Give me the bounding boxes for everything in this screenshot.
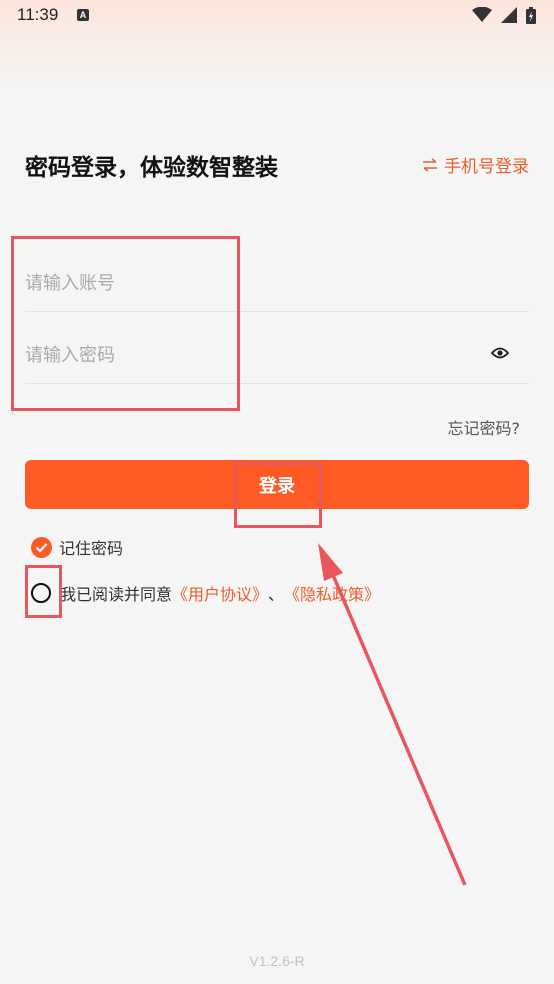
annotation-arrow: [318, 543, 467, 886]
